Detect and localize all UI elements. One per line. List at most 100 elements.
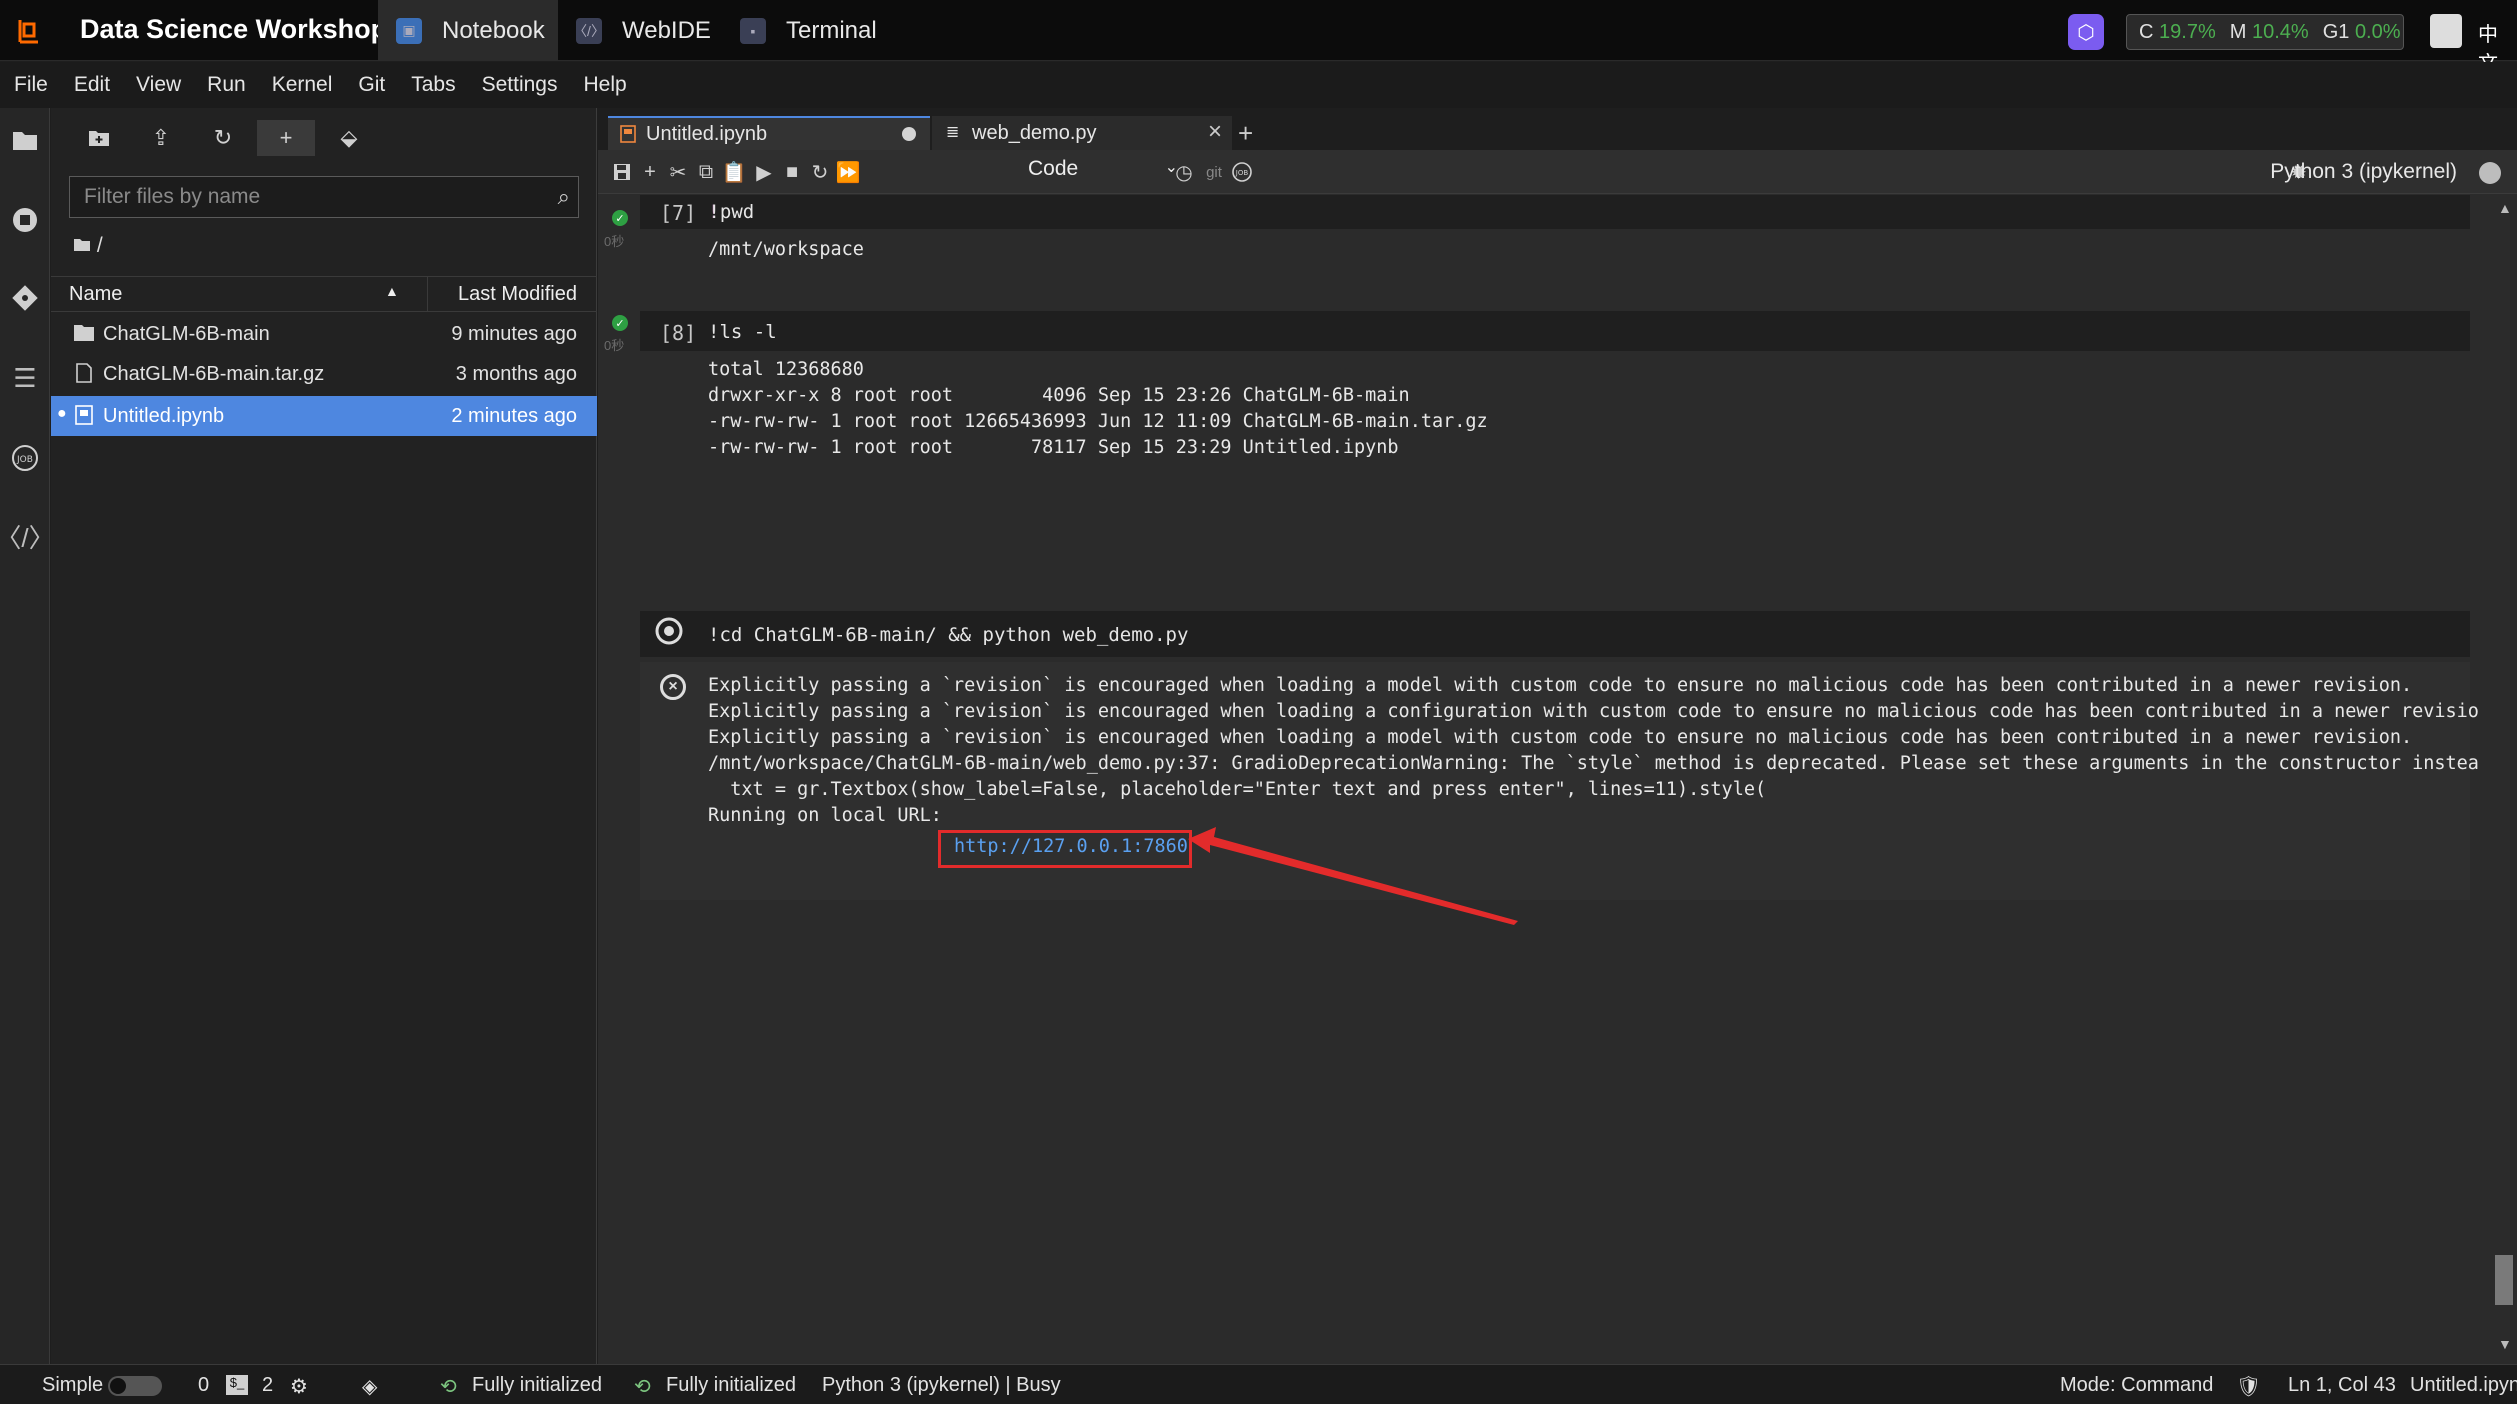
cell-source[interactable]: !ls -l bbox=[708, 321, 777, 343]
cell-type-select[interactable]: Code ⌄ bbox=[1028, 157, 1188, 187]
tab-label: web_demo.py bbox=[972, 121, 1097, 144]
toc-icon[interactable]: ☰ bbox=[9, 362, 41, 394]
git-label[interactable]: git bbox=[1200, 158, 1228, 186]
cell-output: Explicitly passing a `revision` is encou… bbox=[708, 675, 2478, 826]
cell-type-value: Code bbox=[1028, 157, 1079, 180]
text-file-icon: ≣ bbox=[946, 124, 960, 141]
filter-files-input[interactable] bbox=[70, 177, 530, 217]
kernel-count[interactable]: 2 bbox=[262, 1374, 273, 1397]
column-divider[interactable] bbox=[427, 277, 428, 311]
running-cell-icon bbox=[654, 616, 684, 651]
logo-icon bbox=[18, 20, 38, 44]
scroll-up-icon[interactable]: ▲ bbox=[2498, 200, 2512, 216]
tab-web-demo-py[interactable]: ≣ web_demo.py × bbox=[932, 116, 1232, 150]
clock-icon[interactable]: ◷ bbox=[1170, 158, 1198, 186]
git-icon[interactable] bbox=[9, 282, 41, 314]
close-icon[interactable]: × bbox=[1208, 118, 1222, 146]
cell-source[interactable]: !!pwd bbox=[708, 201, 754, 223]
cursor-position[interactable]: Ln 1, Col 43 bbox=[2288, 1374, 2396, 1397]
unsaved-dot-icon[interactable] bbox=[902, 127, 916, 141]
notebook-file-icon bbox=[75, 405, 93, 425]
webide-icon: 〈/〉 bbox=[573, 17, 605, 44]
tab-webide[interactable]: 〈/〉 WebIDE bbox=[558, 0, 722, 61]
scrollbar[interactable]: ▲ ▼ bbox=[2491, 200, 2517, 1356]
tab-notebook[interactable]: ▣ Notebook bbox=[378, 0, 558, 61]
job-icon[interactable]: JOB bbox=[9, 442, 41, 474]
column-name[interactable]: Name bbox=[69, 283, 122, 306]
annotation-arrow-icon bbox=[1188, 827, 1518, 925]
file-row[interactable]: ChatGLM-6B-main 9 minutes ago bbox=[51, 314, 597, 354]
terminal-count[interactable]: 0 bbox=[198, 1374, 209, 1397]
add-tab-icon[interactable]: + bbox=[1238, 118, 1253, 149]
menu-kernel[interactable]: Kernel bbox=[272, 73, 333, 97]
menu-run[interactable]: Run bbox=[207, 73, 246, 97]
scroll-thumb[interactable] bbox=[2495, 1255, 2513, 1305]
top-bar: Data Science Workshop ▣ Notebook 〈/〉 Web… bbox=[0, 0, 2517, 75]
cell-exec-time: 0秒 bbox=[604, 338, 625, 353]
cell-prompt: [7] bbox=[660, 201, 697, 225]
refresh-icon[interactable]: ↻ bbox=[203, 120, 243, 156]
code-cell-input[interactable] bbox=[640, 311, 2470, 351]
git-clone-icon[interactable]: ⬙ bbox=[329, 120, 369, 156]
tab-terminal-label: Terminal bbox=[786, 16, 877, 44]
code-icon[interactable]: 〈/〉 bbox=[0, 520, 55, 553]
menu-edit[interactable]: Edit bbox=[74, 73, 110, 97]
code-cell-input[interactable] bbox=[640, 195, 2470, 229]
tab-terminal[interactable]: ▪ Terminal bbox=[722, 0, 882, 61]
copy-icon[interactable]: ⧉ bbox=[692, 158, 720, 186]
gpu-label: G1 bbox=[2322, 20, 2350, 43]
menu-file[interactable]: File bbox=[14, 73, 48, 97]
folder-icon[interactable] bbox=[9, 124, 41, 156]
sort-asc-icon[interactable]: ▲ bbox=[385, 283, 399, 299]
breadcrumb[interactable]: / bbox=[73, 234, 103, 258]
notebook-cells[interactable]: ✓ 0秒 [7] !!pwd /mnt/workspace ✓ 0秒 [8] !… bbox=[598, 195, 2478, 1355]
menu-view[interactable]: View bbox=[136, 73, 181, 97]
menu-settings[interactable]: Settings bbox=[482, 73, 558, 97]
job-icon[interactable]: JOB bbox=[1228, 158, 1256, 186]
menu-tabs[interactable]: Tabs bbox=[411, 73, 455, 97]
mem-value: 10.4% bbox=[2251, 20, 2309, 43]
new-folder-icon[interactable] bbox=[79, 120, 119, 156]
cell-source[interactable]: !cd ChatGLM-6B-main/ && python web_demo.… bbox=[708, 624, 1188, 646]
git-status-icon[interactable]: ◈ bbox=[362, 1374, 377, 1399]
avatar[interactable] bbox=[2430, 14, 2462, 48]
init-status-2[interactable]: Fully initialized bbox=[666, 1374, 796, 1397]
kernel-status[interactable]: Python 3 (ipykernel) | Busy bbox=[822, 1374, 1061, 1397]
paste-icon[interactable]: 📋 bbox=[720, 158, 748, 186]
cell-success-icon: ✓ bbox=[612, 315, 628, 331]
terminal-icon[interactable]: $_ bbox=[226, 1375, 248, 1395]
run-all-icon[interactable]: ⏩ bbox=[834, 158, 862, 186]
file-row-selected[interactable]: ● Untitled.ipynb 2 minutes ago bbox=[51, 396, 597, 436]
tab-untitled-ipynb[interactable]: Untitled.ipynb bbox=[608, 116, 930, 150]
kernel-name[interactable]: Python 3 (ipykernel) bbox=[2270, 160, 2457, 184]
new-launcher-button[interactable]: + bbox=[257, 120, 315, 156]
init-status-1[interactable]: Fully initialized bbox=[472, 1374, 602, 1397]
notebook-area: Untitled.ipynb ≣ web_demo.py × + + ✂ ⧉ 📋… bbox=[598, 108, 2517, 1364]
kernel-gear-icon[interactable]: ⚙ bbox=[290, 1374, 308, 1399]
menu-git[interactable]: Git bbox=[358, 73, 385, 97]
upload-icon[interactable]: ⇪ bbox=[141, 120, 181, 156]
restart-icon[interactable]: ↻ bbox=[806, 158, 834, 186]
file-row[interactable]: ChatGLM-6B-main.tar.gz 3 months ago bbox=[51, 354, 597, 394]
cut-icon[interactable]: ✂ bbox=[664, 158, 692, 186]
local-url-link[interactable]: http://127.0.0.1:7860 bbox=[954, 836, 1188, 857]
column-last-modified[interactable]: Last Modified bbox=[458, 283, 577, 306]
running-icon[interactable] bbox=[9, 204, 41, 236]
save-icon[interactable] bbox=[608, 158, 636, 186]
stop-icon[interactable]: ■ bbox=[778, 158, 806, 186]
file-modified: 9 minutes ago bbox=[451, 323, 577, 345]
scroll-down-icon[interactable]: ▼ bbox=[2498, 1336, 2512, 1352]
ai-assistant-icon[interactable]: ⬡ bbox=[2068, 14, 2104, 50]
lsp-icon: ⟲ bbox=[440, 1376, 457, 1398]
resource-monitor[interactable]: C 19.7% M 10.4% G1 0.0% bbox=[2126, 14, 2404, 50]
search-icon[interactable]: ⌕ bbox=[558, 184, 570, 210]
trusted-icon[interactable]: 🛡 bbox=[2236, 1374, 2261, 1399]
lsp-icon: ⟲ bbox=[634, 1376, 651, 1398]
run-icon[interactable]: ▶ bbox=[750, 158, 778, 186]
simple-mode-toggle[interactable] bbox=[108, 1376, 162, 1396]
breadcrumb-folder-icon bbox=[74, 239, 90, 251]
insert-cell-icon[interactable]: + bbox=[636, 158, 664, 186]
menu-help[interactable]: Help bbox=[584, 73, 627, 97]
toggle-knob bbox=[110, 1378, 126, 1394]
cell-exec-time: 0秒 bbox=[604, 234, 625, 249]
